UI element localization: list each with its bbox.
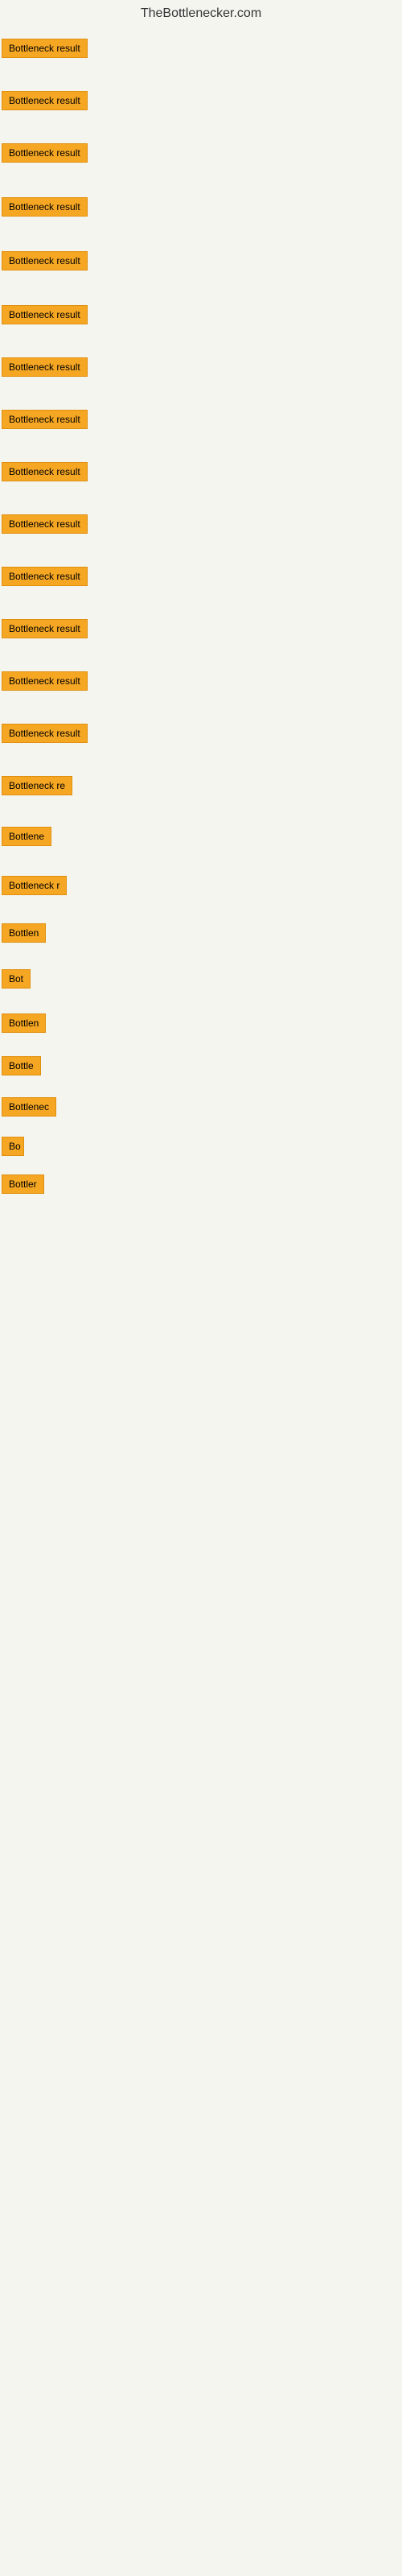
bottleneck-badge[interactable]: Bottlen [2, 923, 46, 943]
list-item: Bottleneck result [2, 407, 400, 436]
list-item: Bottleneck re [2, 773, 400, 803]
bottleneck-badge[interactable]: Bottleneck result [2, 91, 88, 110]
list-item: Bottleneck result [2, 248, 400, 278]
bottleneck-badge[interactable]: Bottleneck result [2, 724, 88, 743]
list-item: Bottlen [2, 1010, 400, 1040]
list-item: Bo [2, 1133, 400, 1163]
list-item: Bottleneck result [2, 564, 400, 593]
bottleneck-badge[interactable]: Bo [2, 1137, 24, 1156]
list-item: Bottleneck result [2, 88, 400, 118]
site-header: TheBottlenecker.com [0, 0, 402, 24]
list-item: Bottleneck result [2, 511, 400, 541]
bottleneck-badge[interactable]: Bottleneck result [2, 357, 88, 377]
bottleneck-badge[interactable]: Bottlene [2, 827, 51, 846]
bottleneck-badge[interactable]: Bottlen [2, 1013, 46, 1033]
bottleneck-badge[interactable]: Bottleneck result [2, 143, 88, 163]
list-item: Bottler [2, 1171, 400, 1201]
bottleneck-badge[interactable]: Bottleneck re [2, 776, 72, 795]
list-item: Bottleneck result [2, 459, 400, 489]
list-item: Bottle [2, 1053, 400, 1083]
bottleneck-badge[interactable]: Bottlenec [2, 1097, 56, 1117]
list-item: Bottleneck result [2, 194, 400, 224]
site-title: TheBottlenecker.com [0, 0, 402, 24]
list-item: Bottleneck result [2, 140, 400, 170]
list-item: Bottleneck result [2, 668, 400, 698]
bottleneck-badge[interactable]: Bottleneck result [2, 619, 88, 638]
bottleneck-badge[interactable]: Bottleneck result [2, 567, 88, 586]
list-item: Bottleneck result [2, 35, 400, 65]
bottleneck-badge[interactable]: Bottleneck result [2, 39, 88, 58]
list-item: Bottlenec [2, 1094, 400, 1124]
bottleneck-badge[interactable]: Bottleneck result [2, 462, 88, 481]
bottleneck-badge[interactable]: Bottleneck result [2, 197, 88, 217]
list-item: Bottleneck result [2, 354, 400, 384]
bottleneck-badge[interactable]: Bot [2, 969, 31, 989]
bottleneck-badge[interactable]: Bottleneck result [2, 671, 88, 691]
list-item: Bottleneck r [2, 873, 400, 902]
list-item: Bottleneck result [2, 720, 400, 750]
list-item: Bot [2, 966, 400, 996]
list-item: Bottlene [2, 824, 400, 853]
bottleneck-badge[interactable]: Bottleneck r [2, 876, 67, 895]
bottleneck-badge[interactable]: Bottleneck result [2, 514, 88, 534]
bottleneck-list: Bottleneck result Bottleneck result Bottle… [0, 35, 402, 1201]
bottleneck-badge[interactable]: Bottleneck result [2, 251, 88, 270]
bottleneck-badge[interactable]: Bottler [2, 1174, 44, 1194]
list-item: Bottleneck result [2, 302, 400, 332]
bottleneck-badge[interactable]: Bottleneck result [2, 410, 88, 429]
list-item: Bottleneck result [2, 616, 400, 646]
list-item: Bottlen [2, 920, 400, 950]
bottleneck-badge[interactable]: Bottle [2, 1056, 41, 1075]
bottleneck-badge[interactable]: Bottleneck result [2, 305, 88, 324]
